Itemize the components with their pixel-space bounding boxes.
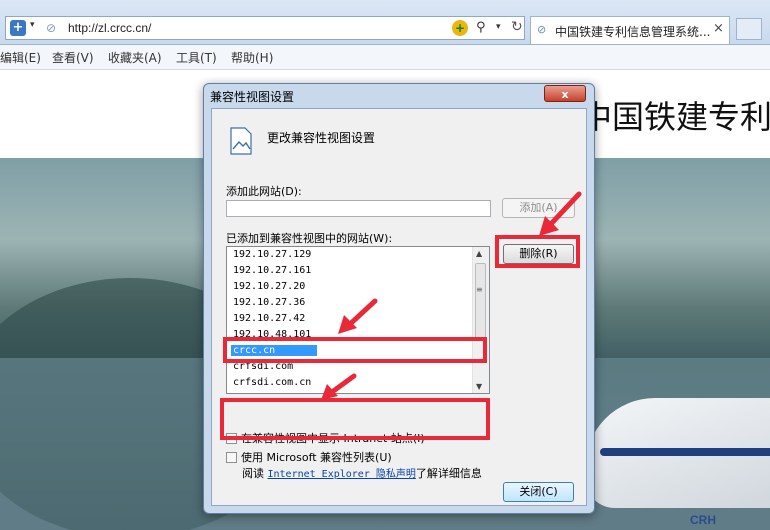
compatibility-view-icon[interactable]: + [452,20,468,36]
list-scrollbar[interactable]: ▲ ≡ ▼ [472,247,489,393]
search-icon[interactable]: ⚲ [476,20,486,35]
privacy-link[interactable]: Internet Explorer 隐私声明 [268,469,416,480]
site-list-label: 已添加到兼容性视图中的网站(W): [226,232,393,245]
scroll-thumb[interactable] [475,263,486,341]
train-logo: CRH [690,513,716,527]
address-bar[interactable]: + ▾ ⊘ http://zl.crcc.cn/ + ⚲ ▾ ↻ [5,16,525,40]
train-stripe [600,448,770,456]
search-dropdown-icon[interactable]: ▾ [496,22,501,32]
url-text[interactable]: http://zl.crcc.cn/ [68,21,151,35]
annotation-arrow-selected-site [338,298,378,334]
scroll-grip-icon: ≡ [476,285,483,294]
list-item[interactable]: 192.10.27.36 [233,297,305,308]
menu-tools[interactable]: 工具(T) [176,49,217,66]
compatibility-view-dialog: 兼容性视图设置 x 更改兼容性视图设置 添加此网站(D): 添加(A) 已添加到… [203,83,595,514]
refresh-icon[interactable]: ↻ [511,19,523,35]
list-item[interactable]: 192.10.27.42 [233,313,305,324]
privacy-prefix: 阅读 [242,467,264,480]
tab-page-icon: ⊘ [537,23,547,36]
menu-edit[interactable]: 编辑(E) [0,49,41,66]
close-button[interactable]: 关闭(C) [503,482,574,502]
annotation-box-selected-site [223,337,487,363]
add-favorite-icon[interactable]: + [10,20,26,36]
list-item[interactable]: crfsdi.com.cn [233,377,311,388]
ms-list-checkbox[interactable] [226,452,237,463]
tab-title: 中国铁建专利信息管理系统... [555,25,711,39]
annotation-box-options [220,398,490,440]
tab-close-icon[interactable]: × [713,21,724,36]
site-title: 中国铁建专利 [580,98,770,136]
dialog-close-button[interactable]: x [544,85,586,102]
menu-help[interactable]: 帮助(H) [231,49,273,66]
new-tab-button[interactable] [736,18,762,40]
dialog-body: 更改兼容性视图设置 添加此网站(D): 添加(A) 已添加到兼容性视图中的网站(… [211,108,587,506]
scroll-down-icon[interactable]: ▼ [476,382,482,391]
dialog-title: 兼容性视图设置 [210,90,295,104]
privacy-suffix: 了解详细信息 [415,467,482,480]
chevron-down-icon[interactable]: ▾ [30,20,35,30]
annotation-arrow-options [321,373,357,400]
list-item[interactable]: 192.10.27.20 [233,281,305,292]
ms-list-option-label: 使用 Microsoft 兼容性列表(U) [241,451,392,464]
browser-toolbar: + ▾ ⊘ http://zl.crcc.cn/ + ⚲ ▾ ↻ ⊘ 中国铁建专… [0,0,770,45]
annotation-arrow-delete [539,191,582,236]
privacy-text: 阅读 Internet Explorer 隐私声明了解详细信息 [242,465,482,481]
browser-tab[interactable]: ⊘ 中国铁建专利信息管理系统... × [530,16,730,44]
list-item[interactable]: 192.10.27.129 [233,249,311,260]
add-site-input[interactable] [226,200,491,217]
picture-icon [230,127,252,155]
add-site-label: 添加此网站(D): [226,185,302,198]
ms-list-option[interactable]: 使用 Microsoft 兼容性列表(U) [226,449,392,465]
list-item[interactable]: 192.10.27.161 [233,265,311,276]
menu-bar: 编辑(E) 查看(V) 收藏夹(A) 工具(T) 帮助(H) [0,45,770,70]
menu-favorites[interactable]: 收藏夹(A) [108,49,162,66]
menu-view[interactable]: 查看(V) [52,49,94,66]
scroll-up-icon[interactable]: ▲ [476,249,482,258]
header-label: 更改兼容性视图设置 [267,131,376,145]
page-icon: ⊘ [46,21,57,35]
